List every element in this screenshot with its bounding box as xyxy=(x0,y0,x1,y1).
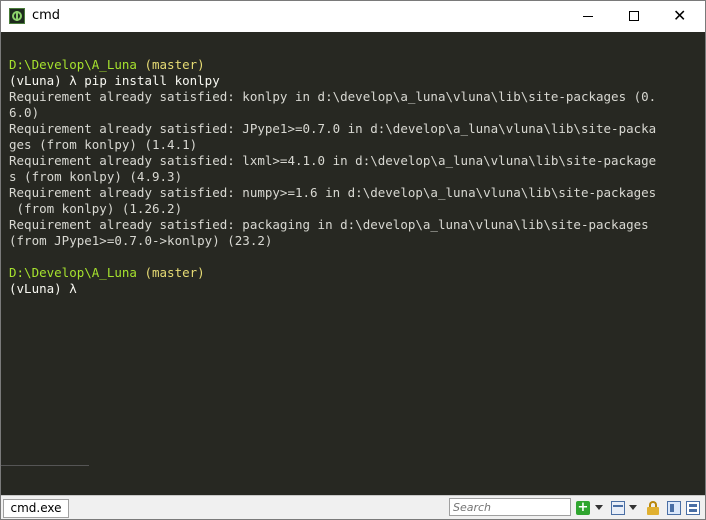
output-line: 6.0) xyxy=(9,105,40,120)
command-text: pip install konlpy xyxy=(84,73,220,88)
title-bar[interactable]: cmd ✕ xyxy=(1,1,705,32)
new-console-dropdown-icon[interactable] xyxy=(595,505,603,510)
panel-icon[interactable] xyxy=(611,501,625,515)
menu-icon[interactable] xyxy=(686,501,700,515)
output-line: Requirement already satisfied: JPype1>=0… xyxy=(9,121,657,136)
git-branch: (master) xyxy=(144,265,205,280)
minimize-button[interactable] xyxy=(565,1,611,32)
cmder-window: cmd ✕ D:\Develop\A_Luna (master) (vLuna)… xyxy=(0,0,706,520)
output-line: s (from konlpy) (4.9.3) xyxy=(9,169,183,184)
prompt: (vLuna) λ xyxy=(9,73,85,88)
console-tab[interactable]: cmd.exe xyxy=(3,499,69,518)
split-view-icon[interactable] xyxy=(667,501,681,515)
prompt[interactable]: (vLuna) λ xyxy=(9,281,77,296)
output-line: (from konlpy) (1.26.2) xyxy=(9,201,183,216)
current-path: D:\Develop\A_Luna xyxy=(9,57,137,72)
current-path: D:\Develop\A_Luna xyxy=(9,265,137,280)
maximize-icon xyxy=(629,11,639,21)
output-line: Requirement already satisfied: konlpy in… xyxy=(9,89,657,104)
lock-icon[interactable] xyxy=(646,501,660,515)
output-line: Requirement already satisfied: numpy>=1.… xyxy=(9,185,657,200)
git-branch: (master) xyxy=(144,57,205,72)
minimize-icon xyxy=(583,16,593,17)
close-icon: ✕ xyxy=(673,6,687,25)
status-bar: cmd.exe + xyxy=(1,495,705,519)
scroll-divider xyxy=(1,465,89,466)
window-title: cmd xyxy=(32,8,61,23)
new-console-button[interactable]: + xyxy=(576,501,590,515)
output-line: Requirement already satisfied: packaging… xyxy=(9,217,649,232)
output-line: ges (from konlpy) (1.4.1) xyxy=(9,137,198,152)
close-button[interactable]: ✕ xyxy=(657,1,703,32)
terminal-output: D:\Develop\A_Luna (master) (vLuna) λ pip… xyxy=(9,57,656,297)
cmder-icon[interactable] xyxy=(9,8,25,24)
panel-dropdown-icon[interactable] xyxy=(629,505,637,510)
search-input[interactable] xyxy=(449,498,571,516)
output-line: (from JPype1>=0.7.0->konlpy) (23.2) xyxy=(9,233,273,248)
output-line: Requirement already satisfied: lxml>=4.1… xyxy=(9,153,657,168)
console-area[interactable]: D:\Develop\A_Luna (master) (vLuna) λ pip… xyxy=(1,32,705,495)
maximize-button[interactable] xyxy=(611,1,657,32)
